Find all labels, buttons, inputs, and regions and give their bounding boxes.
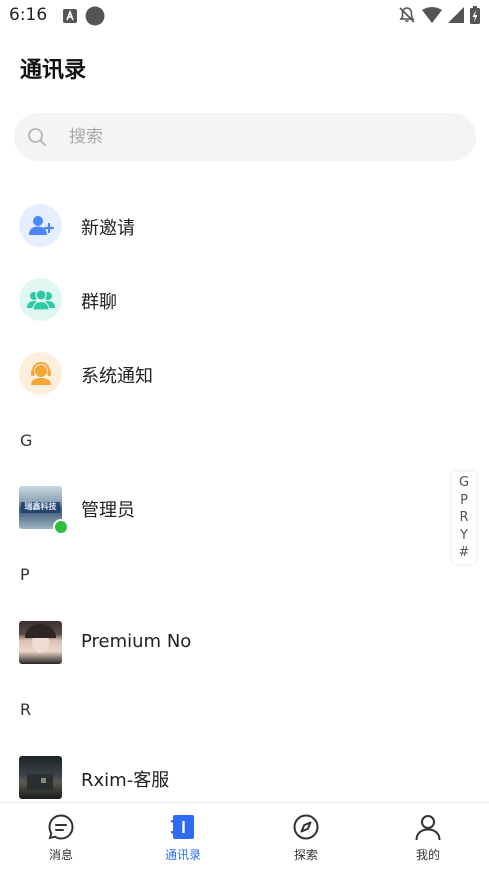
- search-bar[interactable]: [14, 113, 476, 161]
- tab-explore[interactable]: 探索: [245, 803, 367, 870]
- profile-icon: [415, 815, 441, 841]
- tab-explore-label: 探索: [293, 848, 318, 862]
- new-invitations-label: 新邀请: [81, 218, 135, 239]
- group-icon: [19, 278, 62, 321]
- contacts-icon: [171, 815, 194, 839]
- section-header-r: R: [20, 700, 32, 719]
- contact-name: Rxim-客服: [81, 770, 170, 791]
- group-chats-label: 群聊: [81, 292, 117, 313]
- group-chats-item[interactable]: 群聊: [0, 269, 489, 329]
- index-letter-y[interactable]: Y: [460, 527, 468, 545]
- circle-status-icon: [85, 6, 105, 26]
- app-notification-icon: [63, 9, 77, 23]
- cell-signal-icon: [448, 7, 464, 23]
- index-letter-hash[interactable]: #: [459, 544, 470, 562]
- search-icon: [28, 128, 46, 146]
- compass-icon: [293, 814, 319, 840]
- status-bar: 6:16: [0, 0, 489, 32]
- new-invitations-item[interactable]: 新邀请: [0, 195, 489, 255]
- system-notifications-item[interactable]: 系统通知: [0, 343, 489, 403]
- message-icon: [48, 814, 74, 840]
- system-notifications-label: 系统通知: [81, 366, 153, 387]
- index-letter-p[interactable]: P: [460, 492, 468, 510]
- add-user-icon: [19, 204, 62, 247]
- index-letter-r[interactable]: R: [459, 509, 468, 527]
- wifi-icon: [422, 7, 442, 23]
- avatar: [19, 621, 62, 664]
- section-header-p: P: [20, 565, 30, 584]
- tab-contacts-label: 通讯录: [164, 848, 201, 862]
- tab-profile[interactable]: 我的: [367, 803, 489, 870]
- bottom-tab-bar: 消息 通讯录 探索 我的: [0, 802, 489, 869]
- alphabet-index-bar[interactable]: G P R Y #: [452, 472, 476, 564]
- contact-item-premium[interactable]: Premium No: [0, 612, 489, 672]
- tab-profile-label: 我的: [415, 848, 440, 862]
- contact-name: Premium No: [81, 631, 192, 652]
- notifications-off-icon: [399, 7, 415, 23]
- tab-messages-label: 消息: [48, 848, 73, 862]
- tab-contacts[interactable]: 通讯录: [122, 803, 244, 870]
- contact-name: 管理员: [81, 500, 135, 521]
- avatar-logo-text: 瑞鑫科技: [24, 502, 57, 511]
- status-time: 6:16: [9, 5, 48, 25]
- tab-messages[interactable]: 消息: [0, 803, 122, 870]
- contact-item-admin[interactable]: 瑞鑫科技 管理员: [0, 477, 489, 537]
- index-letter-g[interactable]: G: [459, 474, 469, 492]
- battery-charging-icon: [470, 6, 480, 24]
- search-input[interactable]: [67, 126, 431, 148]
- online-status-badge: [53, 519, 69, 535]
- section-header-g: G: [20, 431, 33, 450]
- page-title: 通讯录: [20, 58, 87, 83]
- avatar: [19, 756, 62, 799]
- notification-bot-icon: [19, 352, 62, 395]
- contact-item-rxim-support[interactable]: Rxim-客服: [0, 747, 489, 807]
